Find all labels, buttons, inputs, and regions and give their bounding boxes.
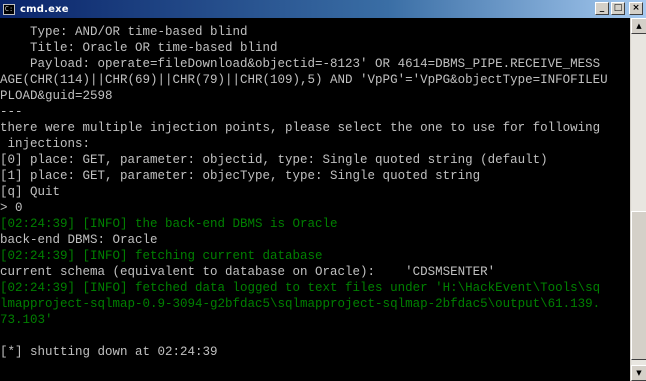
console-line-info: [02:24:39] [INFO] fetched data logged to… xyxy=(0,281,601,295)
console-line: injections: xyxy=(0,137,91,151)
console-line-info: lmapproject-sqlmap-0.9-3094-g2bfdac5\sql… xyxy=(0,297,601,311)
console-window: C: cmd.exe _ □ × Type: AND/OR time-based… xyxy=(0,0,646,381)
window-controls: _ □ × xyxy=(595,2,643,15)
console-line: PLOAD&guid=2598 xyxy=(0,89,113,103)
console-line: --- xyxy=(0,105,23,119)
console-line: there were multiple injection points, pl… xyxy=(0,121,601,135)
console-line: current schema (equivalent to database o… xyxy=(0,265,496,279)
console-line: [1] place: GET, parameter: objecType, ty… xyxy=(0,169,481,183)
console-line: > 0 xyxy=(0,201,23,215)
title-bar[interactable]: C: cmd.exe _ □ × xyxy=(0,0,646,18)
console-line-info: [02:24:39] [INFO] fetching current datab… xyxy=(0,249,323,263)
console-line: Payload: operate=fileDownload&objectid=-… xyxy=(0,57,601,71)
scroll-down-button[interactable]: ▼ xyxy=(631,365,646,381)
minimize-button[interactable]: _ xyxy=(595,2,609,15)
console-line: [0] place: GET, parameter: objectid, typ… xyxy=(0,153,548,167)
console-line: Title: Oracle OR time-based blind xyxy=(0,41,278,55)
console-line-info: 73.103' xyxy=(0,313,53,327)
console-line: Type: AND/OR time-based blind xyxy=(0,25,248,39)
console-output[interactable]: Type: AND/OR time-based blind Title: Ora… xyxy=(0,18,628,381)
maximize-button[interactable]: □ xyxy=(611,2,625,15)
console-line: back-end DBMS: Oracle xyxy=(0,233,158,247)
console-icon[interactable]: C: xyxy=(3,3,15,15)
vertical-scrollbar[interactable]: ▲ ▼ xyxy=(630,18,646,381)
close-button[interactable]: × xyxy=(629,2,643,15)
console-line: [q] Quit xyxy=(0,185,61,199)
console-line: [*] shutting down at 02:24:39 xyxy=(0,345,218,359)
console-line-info: [02:24:39] [INFO] the back-end DBMS is O… xyxy=(0,217,338,231)
window-title: cmd.exe xyxy=(20,3,69,15)
scroll-up-button[interactable]: ▲ xyxy=(631,18,646,34)
scrollbar-thumb[interactable] xyxy=(631,211,646,360)
console-line: AGE(CHR(114)||CHR(69)||CHR(79)||CHR(109)… xyxy=(0,73,608,87)
